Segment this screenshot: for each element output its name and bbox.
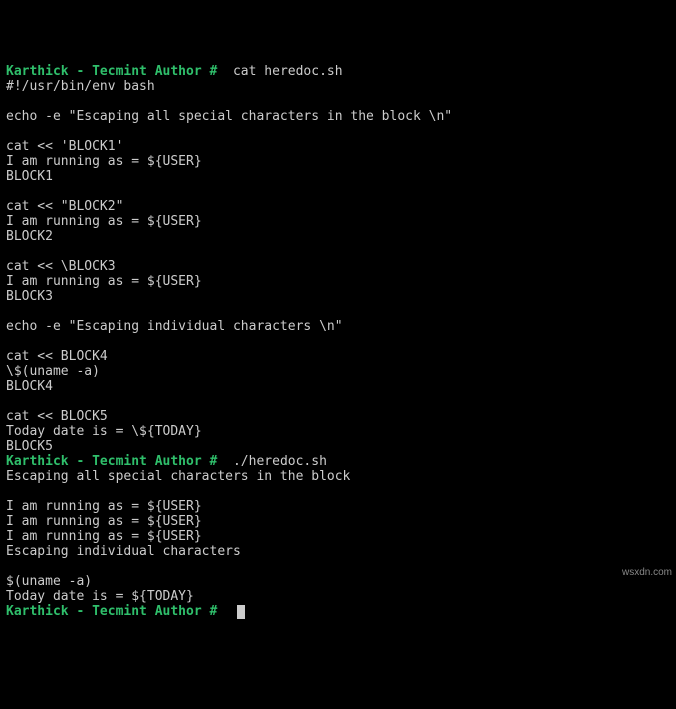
- output-line: I am running as = ${USER}: [6, 499, 202, 514]
- shell-prompt: Karthick - Tecmint Author #: [6, 454, 225, 469]
- script-line: I am running as = ${USER}: [6, 154, 202, 169]
- shell-prompt: Karthick - Tecmint Author #: [6, 604, 225, 619]
- script-line: echo -e "Escaping individual characters …: [6, 319, 343, 334]
- script-line: BLOCK1: [6, 169, 53, 184]
- cursor: [237, 605, 245, 619]
- script-line: BLOCK5: [6, 439, 53, 454]
- watermark: wsxdn.com: [622, 565, 672, 580]
- output-line: Escaping individual characters: [6, 544, 249, 559]
- script-line: I am running as = ${USER}: [6, 214, 202, 229]
- script-line: cat << BLOCK4: [6, 349, 108, 364]
- command-2: ./heredoc.sh: [225, 454, 327, 469]
- script-line: I am running as = ${USER}: [6, 274, 202, 289]
- output-line: I am running as = ${USER}: [6, 529, 202, 544]
- script-line: \$(uname -a): [6, 364, 100, 379]
- script-line: cat << 'BLOCK1': [6, 139, 123, 154]
- output-line: Today date is = ${TODAY}: [6, 589, 194, 604]
- command-1: cat heredoc.sh: [225, 64, 342, 79]
- script-line: BLOCK4: [6, 379, 53, 394]
- script-line: BLOCK3: [6, 289, 53, 304]
- output-line: I am running as = ${USER}: [6, 514, 202, 529]
- script-line: cat << BLOCK5: [6, 409, 108, 424]
- script-line: cat << \BLOCK3: [6, 259, 116, 274]
- script-line: echo -e "Escaping all special characters…: [6, 109, 452, 124]
- script-line: BLOCK2: [6, 229, 53, 244]
- shell-prompt: Karthick - Tecmint Author #: [6, 64, 225, 79]
- script-line: Today date is = \${TODAY}: [6, 424, 202, 439]
- terminal[interactable]: Karthick - Tecmint Author # cat heredoc.…: [6, 64, 670, 619]
- output-line: Escaping all special characters in the b…: [6, 469, 358, 484]
- script-line: cat << "BLOCK2": [6, 199, 123, 214]
- script-line: #!/usr/bin/env bash: [6, 79, 155, 94]
